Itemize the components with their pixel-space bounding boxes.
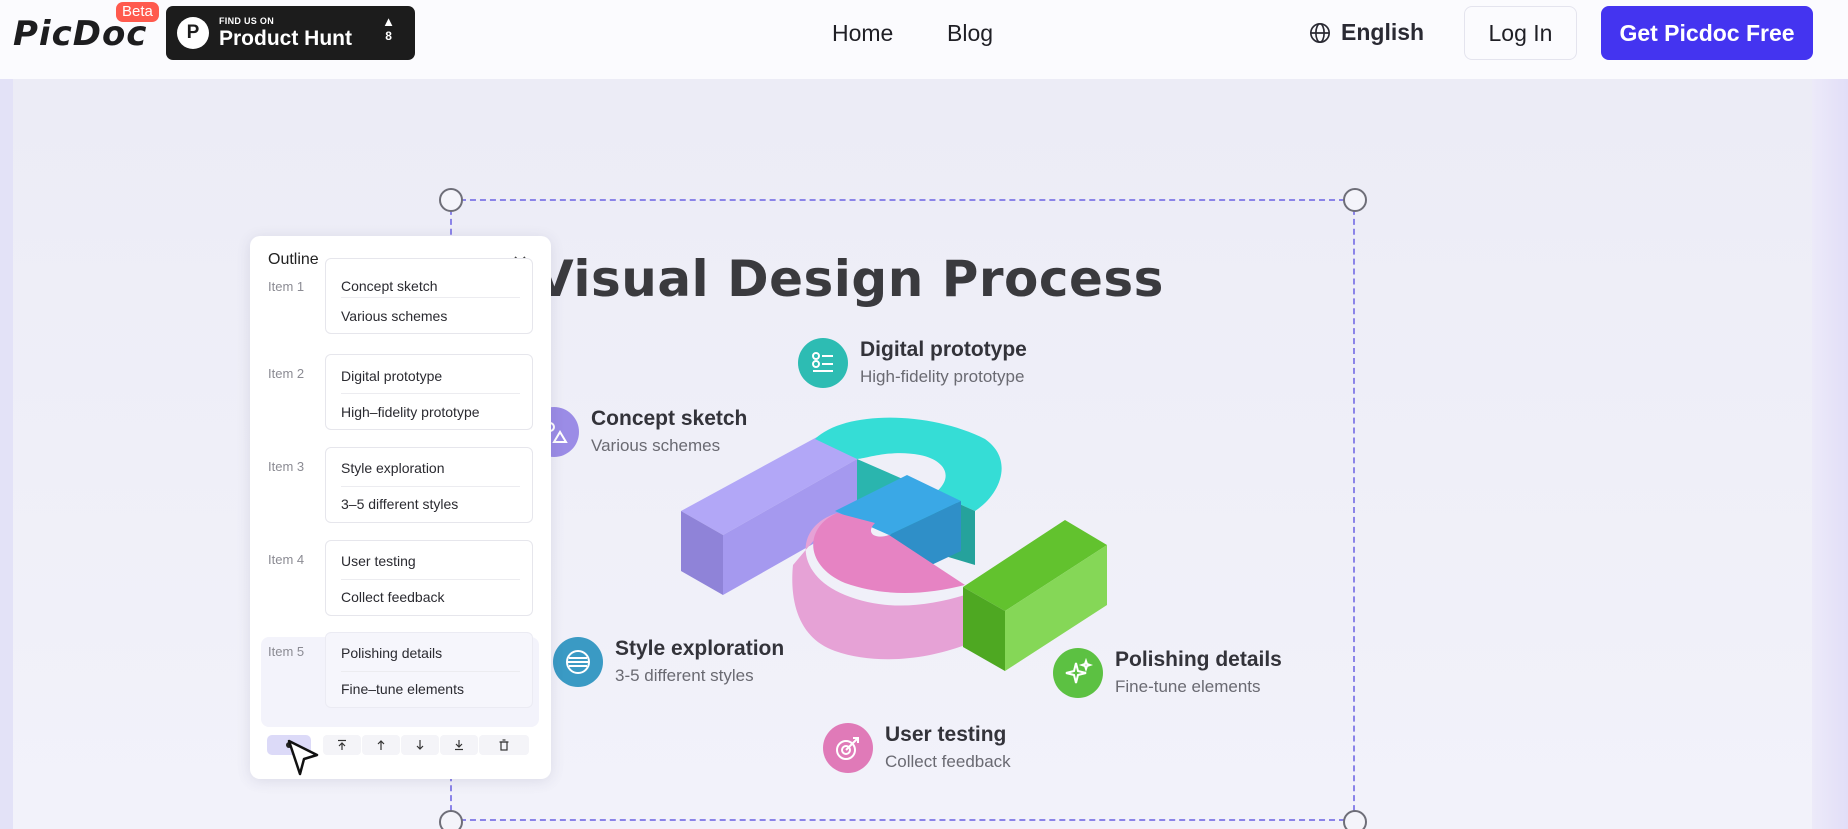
language-label: English — [1341, 19, 1425, 45]
item-detail-field[interactable]: High–fidelity prototype — [341, 404, 480, 420]
item-label: Item 2 — [268, 366, 305, 381]
resize-handle-top-left[interactable] — [439, 188, 463, 212]
item-label: Item 5 — [268, 644, 305, 659]
step-title: Style exploration — [615, 637, 785, 660]
delete-icon[interactable] — [479, 735, 529, 755]
target-icon — [823, 723, 873, 773]
product-hunt-caption: FIND US ON — [219, 15, 275, 26]
globe-icon — [1310, 22, 1330, 43]
step-subtitle: Various schemes — [591, 436, 721, 455]
item-heading-field[interactable]: User testing — [341, 553, 416, 569]
item-card[interactable]: Style exploration 3–5 different styles — [325, 447, 533, 523]
nav-home-link[interactable]: Home — [832, 20, 893, 47]
outline-title: Outline — [268, 251, 319, 268]
outline-panel: Outline Item 1 Concept sketch Various sc… — [250, 236, 551, 779]
list-icon — [798, 338, 848, 388]
item-heading-field[interactable]: Polishing details — [341, 645, 442, 661]
resize-handle-top-right[interactable] — [1343, 188, 1367, 212]
item-label: Item 3 — [268, 459, 305, 474]
resize-handle-bottom-right[interactable] — [1343, 810, 1367, 829]
language-selector[interactable]: English — [1309, 19, 1424, 46]
step-title: Concept sketch — [591, 407, 748, 430]
left-edge-strip — [0, 79, 13, 829]
item-card[interactable]: User testing Collect feedback — [325, 540, 533, 616]
nav-blog-link[interactable]: Blog — [947, 20, 993, 47]
mouse-cursor-icon — [287, 739, 319, 776]
product-hunt-votes: ▲ 8 — [382, 14, 395, 44]
step-digital-prototype[interactable]: Digital prototype High-fidelity prototyp… — [798, 338, 1027, 388]
product-hunt-logo-icon: P — [177, 17, 209, 49]
step-subtitle: 3-5 different styles — [615, 666, 754, 685]
item-card[interactable]: Polishing details Fine–tune elements — [325, 632, 533, 708]
step-user-testing[interactable]: User testing Collect feedback — [823, 723, 1011, 773]
step-title: Digital prototype — [860, 338, 1027, 361]
step-concept-sketch[interactable]: Concept sketch Various schemes — [529, 407, 747, 457]
step-polishing-details[interactable]: Polishing details Fine-tune elements — [1053, 648, 1282, 698]
step-subtitle: High-fidelity prototype — [860, 367, 1025, 386]
item-heading-field[interactable]: Style exploration — [341, 460, 445, 476]
product-hunt-name: Product Hunt — [219, 26, 352, 50]
layers-icon — [553, 637, 603, 687]
item-detail-field[interactable]: 3–5 different styles — [341, 496, 458, 512]
product-hunt-badge[interactable]: P FIND US ON Product Hunt ▲ 8 — [166, 6, 415, 60]
item-heading-field[interactable]: Digital prototype — [341, 368, 442, 384]
step-style-exploration[interactable]: Style exploration 3-5 different styles — [553, 637, 784, 687]
step-title: Polishing details — [1115, 648, 1282, 671]
login-button[interactable]: Log In — [1464, 6, 1577, 60]
item-card[interactable]: Digital prototype High–fidelity prototyp… — [325, 354, 533, 430]
item-card[interactable]: Concept sketch Various schemes — [325, 258, 533, 334]
get-picdoc-free-button[interactable]: Get Picdoc Free — [1601, 6, 1813, 60]
beta-badge: Beta — [116, 2, 159, 22]
step-title: User testing — [885, 723, 1007, 746]
right-edge-strip — [1812, 79, 1848, 829]
item-detail-field[interactable]: Various schemes — [341, 308, 447, 324]
move-bottom-icon[interactable] — [440, 735, 478, 755]
item-detail-field[interactable]: Fine–tune elements — [341, 681, 464, 697]
step-subtitle: Collect feedback — [885, 752, 1011, 771]
move-down-icon[interactable] — [401, 735, 439, 755]
resize-handle-bottom-left[interactable] — [439, 810, 463, 829]
item-detail-field[interactable]: Collect feedback — [341, 589, 445, 605]
step-subtitle: Fine-tune elements — [1115, 677, 1261, 696]
item-label: Item 4 — [268, 552, 305, 567]
top-navbar: PicDoc Beta P FIND US ON Product Hunt ▲ … — [0, 0, 1848, 79]
infographic-title[interactable]: Visual Design Process — [535, 250, 1164, 308]
move-top-icon[interactable] — [323, 735, 361, 755]
item-label: Item 1 — [268, 279, 305, 294]
move-up-icon[interactable] — [362, 735, 400, 755]
upvote-icon: ▲ — [382, 14, 395, 29]
item-heading-field[interactable]: Concept sketch — [341, 278, 438, 294]
vote-count: 8 — [385, 29, 392, 43]
sparkle-icon — [1053, 648, 1103, 698]
